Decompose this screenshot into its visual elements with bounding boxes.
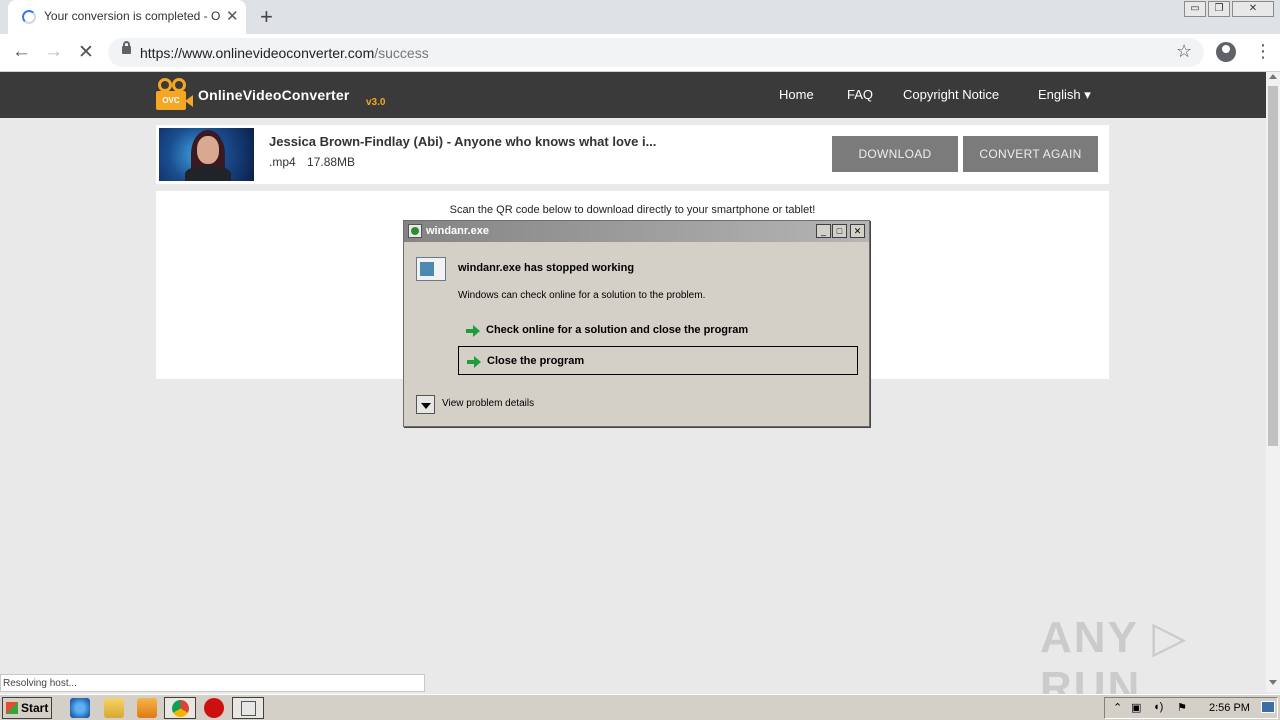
video-thumbnail — [159, 128, 254, 181]
menu-icon[interactable]: ⋮ — [1254, 41, 1272, 62]
nav-copyright-notice[interactable]: Copyright Notice — [903, 87, 999, 102]
restore-button[interactable]: ❐ — [1208, 1, 1230, 17]
system-tray: ⌃ ▣ ◖) ⚑ 2:56 PM — [1104, 697, 1278, 719]
dialog-description: Windows can check online for a solution … — [458, 290, 706, 301]
url-host: https://www.onlinevideoconverter.com — [140, 45, 375, 61]
qr-caption: Scan the QR code below to download direc… — [449, 204, 816, 216]
tab-title: Your conversion is completed - Onlin — [44, 9, 220, 23]
view-problem-details-label[interactable]: View problem details — [442, 398, 534, 409]
logo-version: v3.0 — [366, 97, 386, 108]
site-header: OVC OnlineVideoConverter v3.0 Home FAQ C… — [0, 72, 1266, 118]
bookmark-star-icon[interactable]: ☆ — [1176, 41, 1192, 62]
chrome-icon — [172, 700, 189, 717]
logo-camera-icon[interactable]: OVC — [156, 78, 193, 110]
check-online-label: Check online for a solution and close th… — [486, 324, 749, 336]
url-text[interactable]: https://www.onlinevideoconverter.com/suc… — [140, 45, 429, 61]
explorer-folder-icon[interactable] — [104, 698, 124, 718]
new-tab-button[interactable]: + — [260, 4, 273, 30]
windanr-icon — [241, 701, 256, 716]
green-arrow-icon — [467, 355, 481, 369]
show-desktop-icon[interactable] — [1261, 701, 1275, 713]
green-arrow-icon — [466, 324, 480, 338]
taskbar-chrome-item[interactable] — [164, 697, 196, 719]
minimize-button[interactable]: ▭ — [1184, 1, 1206, 17]
tab-strip: Your conversion is completed - Onlin ✕ +… — [0, 0, 1280, 34]
network-icon[interactable]: ▣ — [1131, 701, 1141, 714]
nav-faq[interactable]: FAQ — [847, 87, 873, 102]
opera-icon[interactable] — [204, 698, 224, 718]
lock-icon[interactable] — [122, 41, 131, 54]
tab-close-icon[interactable]: ✕ — [226, 7, 239, 25]
conversion-result-card: Jessica Brown-Findlay (Abi) - Anyone who… — [156, 125, 1109, 184]
close-window-button[interactable]: ✕ — [1232, 1, 1274, 17]
back-button[interactable]: ← — [12, 41, 31, 63]
start-button[interactable]: Start — [2, 697, 52, 719]
check-online-option[interactable]: Check online for a solution and close th… — [458, 316, 858, 345]
scroll-up-icon[interactable] — [1269, 74, 1277, 79]
dialog-maximize-button[interactable]: □ — [832, 224, 847, 238]
page-scrollbar[interactable] — [1266, 72, 1280, 692]
dialog-titlebar[interactable]: windanr.exe _ □ ✕ — [404, 221, 869, 242]
scroll-thumb[interactable] — [1268, 86, 1278, 446]
media-player-icon[interactable] — [137, 698, 157, 718]
video-size: 17.88MB — [307, 155, 356, 169]
clock[interactable]: 2:56 PM — [1209, 702, 1250, 714]
video-title: Jessica Brown-Findlay (Abi) - Anyone who… — [269, 134, 657, 149]
browser-status-bubble: Resolving host... — [0, 674, 425, 692]
convert-again-button[interactable]: CONVERT AGAIN — [963, 136, 1098, 172]
program-window-icon — [416, 257, 446, 281]
dialog-close-button[interactable]: ✕ — [850, 224, 865, 238]
action-center-flag-icon[interactable]: ⚑ — [1177, 701, 1187, 714]
video-meta: .mp4 17.88MB — [269, 155, 363, 169]
close-program-option[interactable]: Close the program — [458, 346, 858, 375]
forward-button[interactable]: → — [44, 41, 63, 63]
download-button[interactable]: DOWNLOAD — [832, 136, 958, 172]
close-program-label: Close the program — [487, 355, 585, 367]
taskbar-windanr-item[interactable] — [232, 697, 264, 719]
volume-icon[interactable]: ◖) — [1153, 701, 1163, 713]
dialog-heading: windanr.exe has stopped working — [458, 262, 635, 274]
video-format: .mp4 — [269, 155, 296, 169]
dialog-minimize-button[interactable]: _ — [816, 224, 831, 238]
account-icon[interactable] — [1216, 42, 1236, 62]
windows-taskbar: Start ⌃ ▣ ◖) ⚑ 2:56 PM — [0, 694, 1280, 720]
logo-badge: OVC — [156, 91, 186, 110]
internet-explorer-icon[interactable] — [70, 698, 90, 718]
tray-expand-icon[interactable]: ⌃ — [1113, 701, 1122, 714]
dialog-title: windanr.exe — [426, 225, 489, 237]
error-dialog: windanr.exe _ □ ✕ windanr.exe has stoppe… — [403, 220, 870, 427]
browser-tab[interactable]: Your conversion is completed - Onlin ✕ — [8, 0, 246, 34]
stop-loading-button[interactable]: ✕ — [78, 41, 94, 64]
nav-home[interactable]: Home — [779, 87, 814, 102]
browser-toolbar: ← → ✕ https://www.onlinevideoconverter.c… — [0, 34, 1280, 72]
address-bar[interactable]: https://www.onlinevideoconverter.com/suc… — [108, 38, 1204, 67]
url-path: /success — [374, 45, 429, 61]
app-icon — [408, 224, 422, 238]
loading-spinner-icon — [22, 10, 36, 24]
expand-details-icon[interactable] — [416, 395, 435, 414]
logo-text[interactable]: OnlineVideoConverter — [198, 87, 350, 103]
nav-language-select[interactable]: English ▾ — [1038, 87, 1091, 103]
